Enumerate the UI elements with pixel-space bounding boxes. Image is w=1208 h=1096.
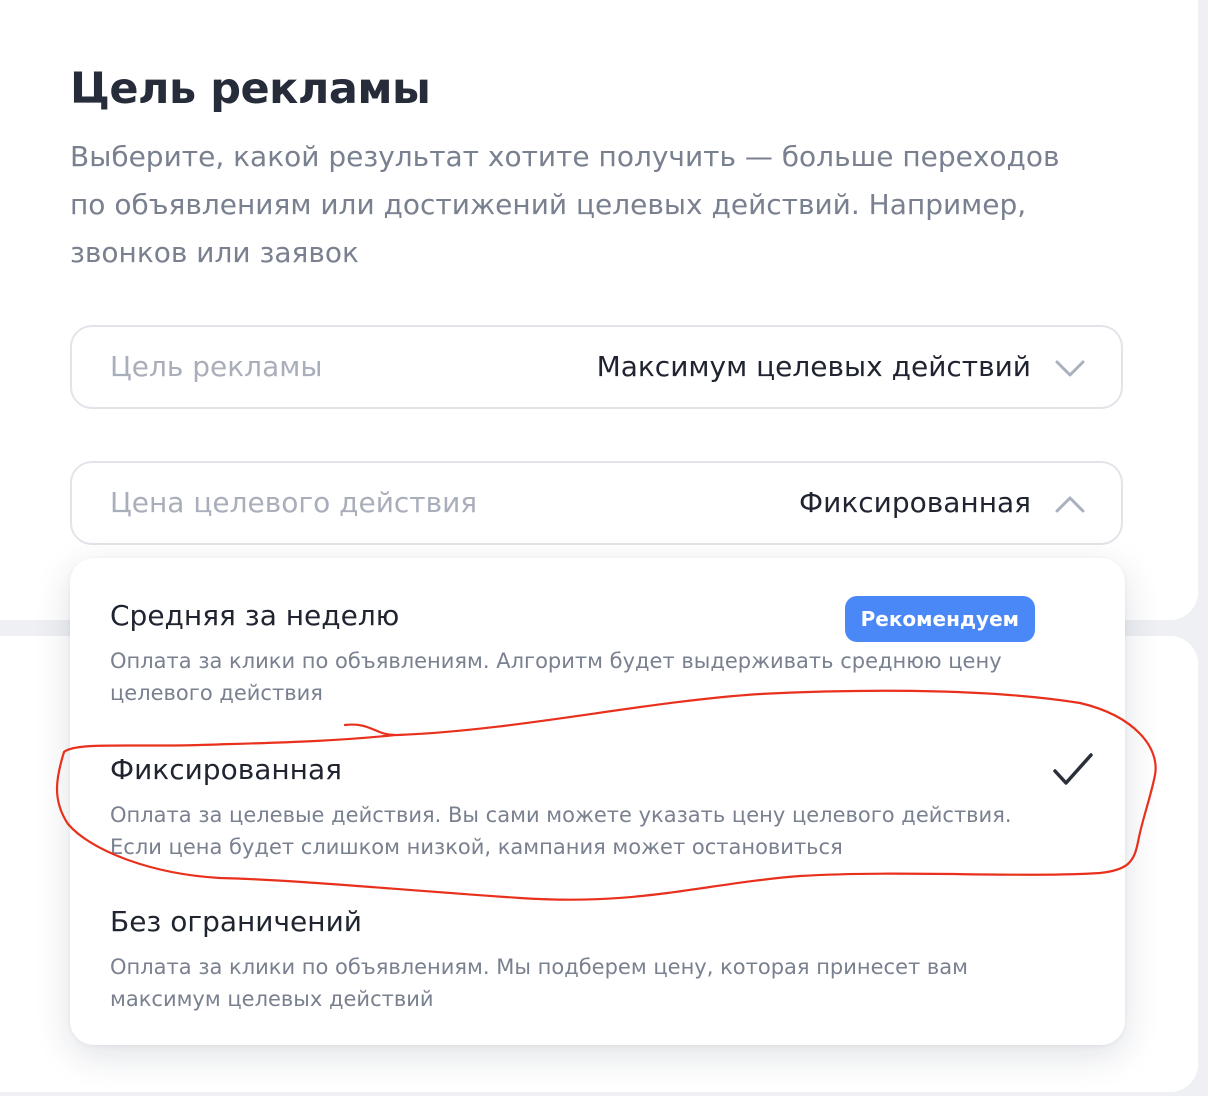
- chevron-up-stroke: [1055, 496, 1085, 513]
- chevron-up-icon: [1055, 496, 1085, 513]
- chevron-down-icon: [1055, 360, 1085, 377]
- option-title: Средняя за неделю: [110, 599, 400, 632]
- option-title: Без ограничений: [110, 905, 362, 938]
- chevron-down-stroke: [1055, 360, 1085, 377]
- checkmark-stroke: [1053, 753, 1093, 785]
- checkmark-icon: [1053, 753, 1093, 785]
- target-action-price-select[interactable]: Цена целевого действия Фиксированная: [70, 461, 1123, 545]
- option-description: Оплата за клики по объявлениям. Мы подбе…: [110, 955, 969, 1011]
- recommended-badge: Рекомендуем: [844, 596, 1035, 642]
- price-options-dropdown: Средняя за неделю Рекомендуем Оплата за …: [70, 558, 1125, 1045]
- option-description: Оплата за клики по объявлениям. Алгоритм…: [110, 649, 1002, 705]
- page-title: Цель рекламы: [70, 64, 431, 114]
- ad-goal-select[interactable]: Цель рекламы Максимум целевых действий: [70, 325, 1123, 409]
- target-action-price-select-value: Фиксированная: [799, 486, 1031, 519]
- option-title: Фиксированная: [110, 753, 342, 786]
- target-action-price-select-label: Цена целевого действия: [110, 486, 478, 519]
- page-subtitle: Выберите, какой результат хотите получит…: [70, 140, 1060, 269]
- ad-goal-select-label: Цель рекламы: [110, 350, 323, 383]
- option-description: Оплата за целевые действия. Вы сами може…: [110, 803, 1012, 859]
- ad-goal-select-value: Максимум целевых действий: [596, 350, 1031, 383]
